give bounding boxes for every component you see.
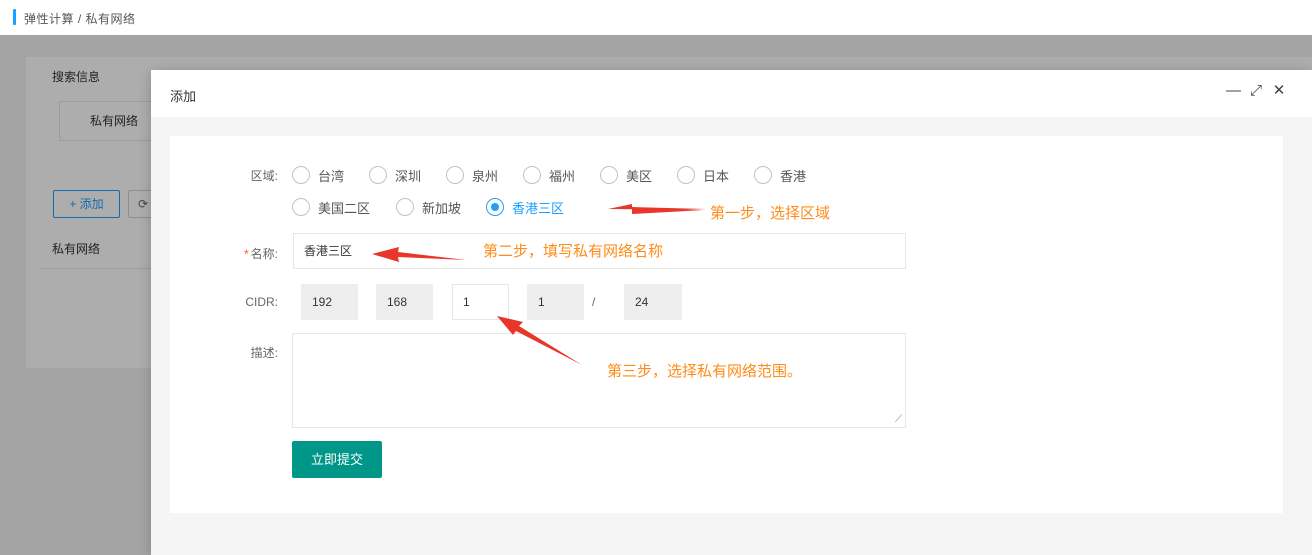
description-textarea[interactable]: ⟋ [292,333,906,428]
radio-region-fuzhou[interactable]: 福州 [523,165,575,185]
cidr-octet-4: 1 [527,284,584,320]
breadcrumb-accent [13,9,16,25]
radio-region-hongkong-3[interactable]: 香港三区 [486,197,564,217]
radio-circle-icon [369,166,387,184]
annotation-step3: 第三步，选择私有网络范围。 [607,363,803,380]
region-label: 区域: [250,169,278,183]
cidr-octet-2: 168 [376,284,433,320]
cidr-separator: / [592,295,596,309]
radio-circle-icon [677,166,695,184]
radio-region-us[interactable]: 美区 [600,165,652,185]
radio-region-quanzhou[interactable]: 泉州 [446,165,498,185]
minimize-icon[interactable]: — [1226,82,1241,100]
radio-circle-icon [446,166,464,184]
radio-circle-icon [292,166,310,184]
radio-checked-icon [486,198,504,216]
breadcrumb[interactable]: 弹性计算 / 私有网络 [24,10,136,27]
radio-circle-icon [754,166,772,184]
dialog-title: 添加 [170,89,197,104]
maximize-icon[interactable]: ⤢ [1249,82,1263,100]
radio-region-us-2[interactable]: 美国二区 [292,197,370,217]
radio-region-taiwan[interactable]: 台湾 [292,165,344,185]
form-card: 区域: 台湾 深圳 泉州 福州 美区 日本 香港 美国二区 新加坡 香港三区 *… [170,136,1283,513]
name-label: * 名称: [243,247,278,261]
description-label: 描述: [250,346,278,360]
add-dialog: 添加 — ⤢ ✕ 区域: 台湾 深圳 泉州 福州 美区 日本 香港 美国二区 新… [151,70,1312,555]
cidr-octet-1: 192 [301,284,358,320]
cidr-mask: 24 [624,284,682,320]
radio-circle-icon [396,198,414,216]
resize-handle-icon[interactable]: ⟋ [895,414,902,425]
annotation-step2: 第二步，填写私有网络名称 [483,243,664,260]
dialog-body: 区域: 台湾 深圳 泉州 福州 美区 日本 香港 美国二区 新加坡 香港三区 *… [151,117,1312,555]
radio-region-japan[interactable]: 日本 [677,165,729,185]
radio-region-singapore[interactable]: 新加坡 [396,197,461,217]
annotation-step1: 第一步，选择区域 [710,205,831,222]
dialog-tools: — ⤢ ✕ [1226,82,1286,100]
radio-circle-icon [523,166,541,184]
cidr-label: CIDR: [245,295,278,309]
breadcrumb-bar: 弹性计算 / 私有网络 [0,0,1312,35]
radio-region-hongkong[interactable]: 香港 [754,165,806,185]
radio-circle-icon [292,198,310,216]
close-icon[interactable]: ✕ [1272,82,1286,100]
radio-circle-icon [600,166,618,184]
radio-region-shenzhen[interactable]: 深圳 [369,165,421,185]
cidr-octet-3-input[interactable]: 1 [452,284,509,320]
submit-button[interactable]: 立即提交 [292,441,382,478]
